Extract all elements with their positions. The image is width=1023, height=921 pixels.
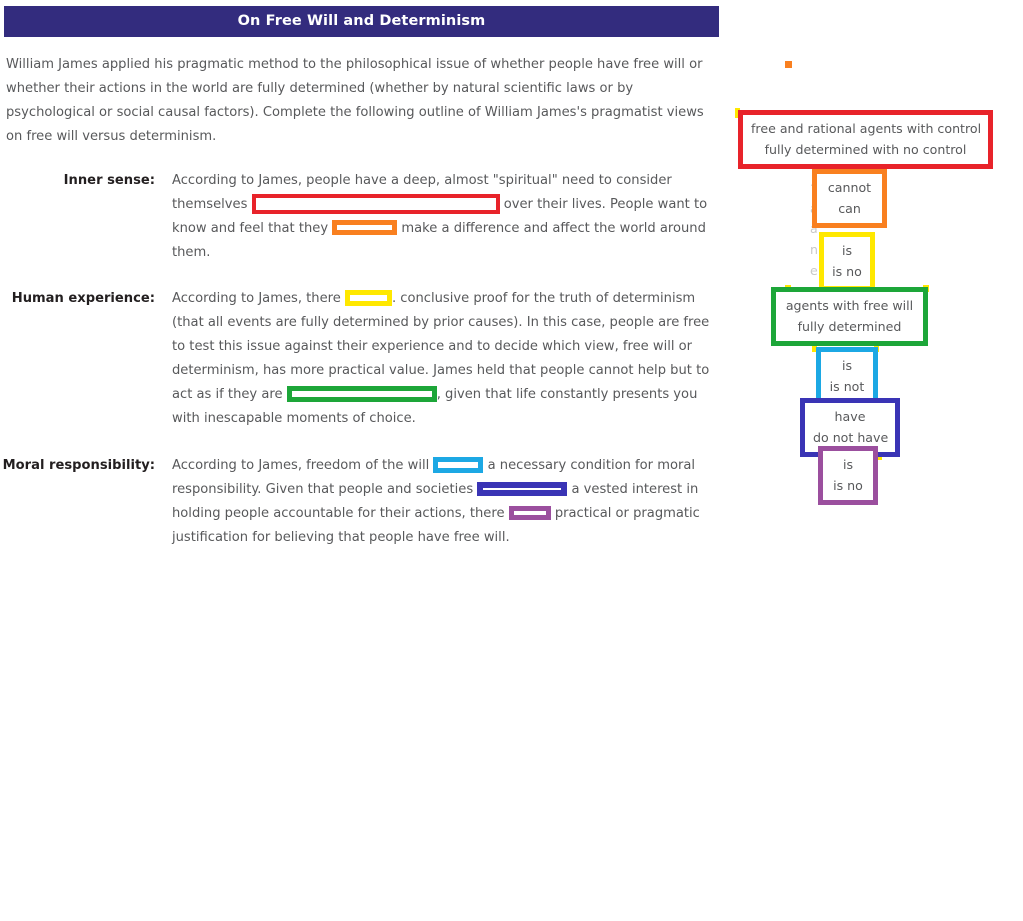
- option-line: is: [841, 358, 853, 373]
- answer-option-yellow[interactable]: is is no: [819, 232, 875, 291]
- page-title: On Free Will and Determinism: [4, 6, 719, 37]
- answer-options-panel: a n e . a free and rational agents with …: [730, 0, 1023, 921]
- answer-option-red[interactable]: free and rational agents with control fu…: [738, 110, 993, 169]
- section-label-moral-responsibility: Moral responsibility:: [2, 458, 155, 473]
- text-run: According to James, there: [172, 291, 345, 306]
- ghost-text: n: [810, 242, 818, 257]
- option-line: do not have: [813, 430, 889, 445]
- ghost-text: e: [810, 263, 818, 278]
- section-body-moral-responsibility: According to James, freedom of the will …: [172, 454, 717, 550]
- blank-moral-responsibility-3[interactable]: [508, 505, 551, 520]
- blank-human-experience-1[interactable]: [344, 289, 392, 306]
- text-run: . conclusive proof for the truth of dete…: [172, 291, 710, 402]
- option-line: is: [841, 243, 853, 258]
- intro-paragraph: William James applied his pragmatic meth…: [6, 57, 704, 144]
- section-moral-responsibility: Moral responsibility: According to James…: [0, 454, 720, 550]
- blank-inner-sense-1[interactable]: [251, 193, 500, 214]
- option-line: is: [842, 457, 854, 472]
- option-line: have: [834, 409, 866, 424]
- section-body-inner-sense: According to James, people have a deep, …: [172, 169, 717, 265]
- section-inner-sense: Inner sense: According to James, people …: [0, 169, 720, 265]
- document-panel: On Free Will and Determinism William Jam…: [0, 0, 720, 550]
- section-human-experience: Human experience: According to James, th…: [0, 287, 720, 431]
- option-line: fully determined: [797, 319, 902, 334]
- option-line: fully determined with no control: [764, 142, 967, 157]
- option-line: is no: [832, 264, 862, 279]
- blank-human-experience-2[interactable]: [286, 385, 437, 402]
- option-line: agents with free will: [785, 298, 914, 313]
- section-label-inner-sense: Inner sense:: [63, 173, 155, 188]
- section-body-human-experience: According to James, there . conclusive p…: [172, 287, 717, 431]
- blank-moral-responsibility-1[interactable]: [433, 456, 484, 473]
- answer-option-orange[interactable]: cannot can: [812, 169, 887, 228]
- blank-moral-responsibility-2[interactable]: [477, 481, 568, 496]
- option-line: is no: [833, 478, 863, 493]
- option-line: is not: [829, 379, 865, 394]
- blank-inner-sense-2[interactable]: [332, 220, 398, 235]
- text-run: According to James, freedom of the will: [172, 458, 434, 473]
- section-label-human-experience: Human experience:: [11, 291, 155, 306]
- option-line: free and rational agents with control: [751, 121, 982, 136]
- option-line: cannot: [827, 180, 872, 195]
- orange-square-marker: [785, 61, 792, 68]
- option-line: can: [838, 201, 861, 216]
- answer-option-purple[interactable]: is is no: [818, 446, 878, 505]
- answer-option-green[interactable]: agents with free will fully determined: [771, 287, 928, 346]
